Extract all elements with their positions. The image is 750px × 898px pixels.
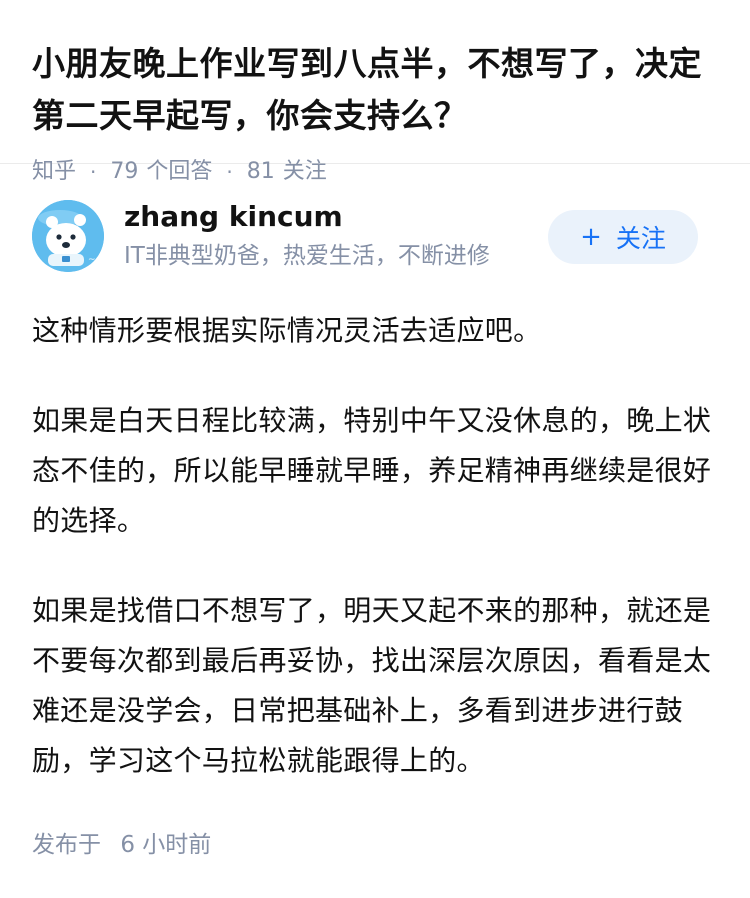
question-header: 小朋友晚上作业写到八点半，不想写了，决定第二天早起写，你会支持么？ 知乎 · 7…	[0, 0, 750, 184]
separator-dot: ·	[90, 160, 97, 184]
answer-paragraph: 如果是找借口不想写了，明天又起不来的那种，就还是不要每次都到最后再妥协，找出深层…	[32, 594, 712, 777]
plus-icon: +	[580, 222, 602, 252]
publish-prefix: 发布于	[32, 832, 101, 858]
svg-text:~: ~	[88, 255, 96, 265]
follow-label: 关注	[615, 224, 666, 253]
source-label[interactable]: 知乎	[32, 158, 76, 186]
follow-button[interactable]: + 关注	[548, 210, 698, 264]
publish-time: 发布于 6 小时前	[32, 830, 211, 860]
followers-label[interactable]: 关注	[283, 158, 327, 186]
separator-dot: ·	[226, 160, 233, 184]
cartoon-bear-avatar-icon[interactable]: ~	[32, 200, 104, 272]
question-title[interactable]: 小朋友晚上作业写到八点半，不想写了，决定第二天早起写，你会支持么？	[32, 38, 718, 142]
answer-page: 小朋友晚上作业写到八点半，不想写了，决定第二天早起写，你会支持么？ 知乎 · 7…	[0, 0, 750, 898]
author-bio: IT非典型奶爸，热爱生活，不断进修	[124, 243, 490, 269]
author-card: ~ zhang kincum IT非典型奶爸，热爱生活，不断进修 + 关注	[0, 200, 750, 316]
publish-time-value: 6 小时前	[120, 832, 212, 858]
answer-paragraph: 如果是白天日程比较满，特别中午又没休息的，晚上状态不佳的，所以能早睡就早睡，养足…	[32, 404, 712, 537]
author-name[interactable]: zhang kincum	[124, 200, 343, 234]
followers-count: 81	[246, 159, 275, 184]
answers-count: 79	[110, 159, 139, 184]
question-meta: 知乎 · 79 个回答 · 81 关注	[32, 158, 718, 186]
answers-label[interactable]: 个回答	[146, 158, 212, 186]
answer-content: 这种情形要根据实际情况灵活去适应吧。 如果是白天日程比较满，特别中午又没休息的，…	[0, 306, 750, 786]
